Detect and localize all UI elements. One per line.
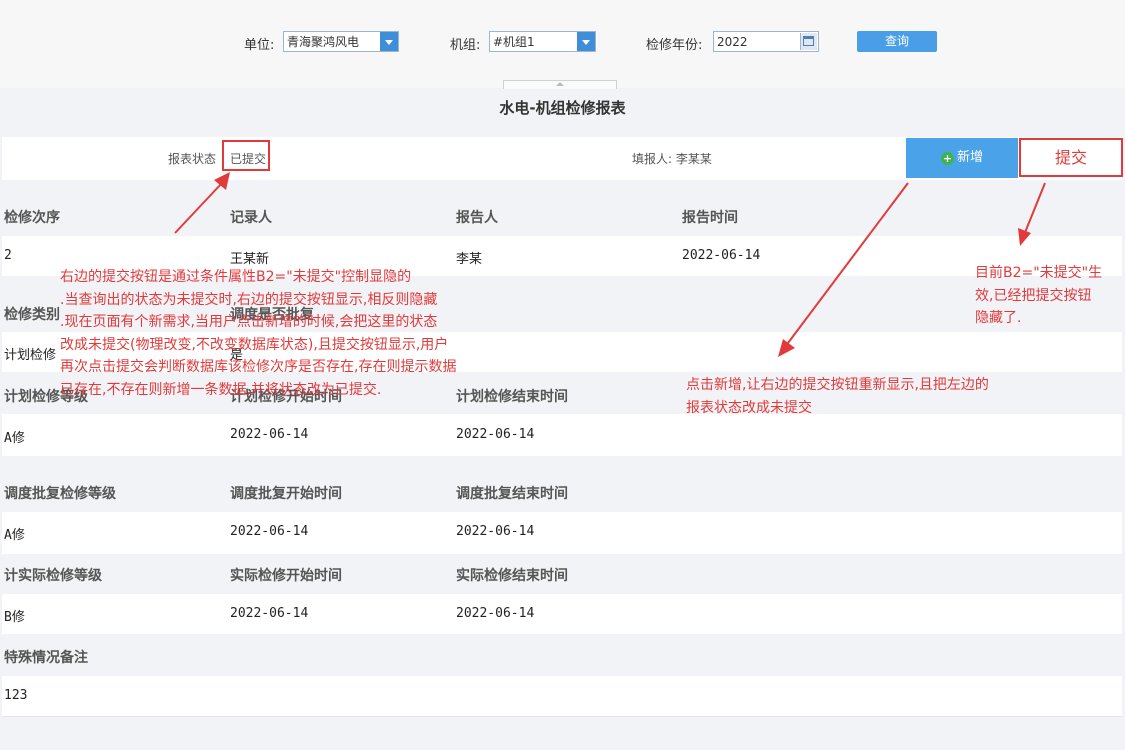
arrowhead — [1018, 228, 1031, 246]
arrow-from-add — [784, 182, 909, 348]
arrow-to-status — [174, 182, 223, 234]
arrow-from-submit — [1023, 182, 1046, 236]
annotation-arrows — [174, 172, 1046, 357]
arrowhead — [214, 172, 230, 190]
arrowhead — [778, 339, 795, 357]
